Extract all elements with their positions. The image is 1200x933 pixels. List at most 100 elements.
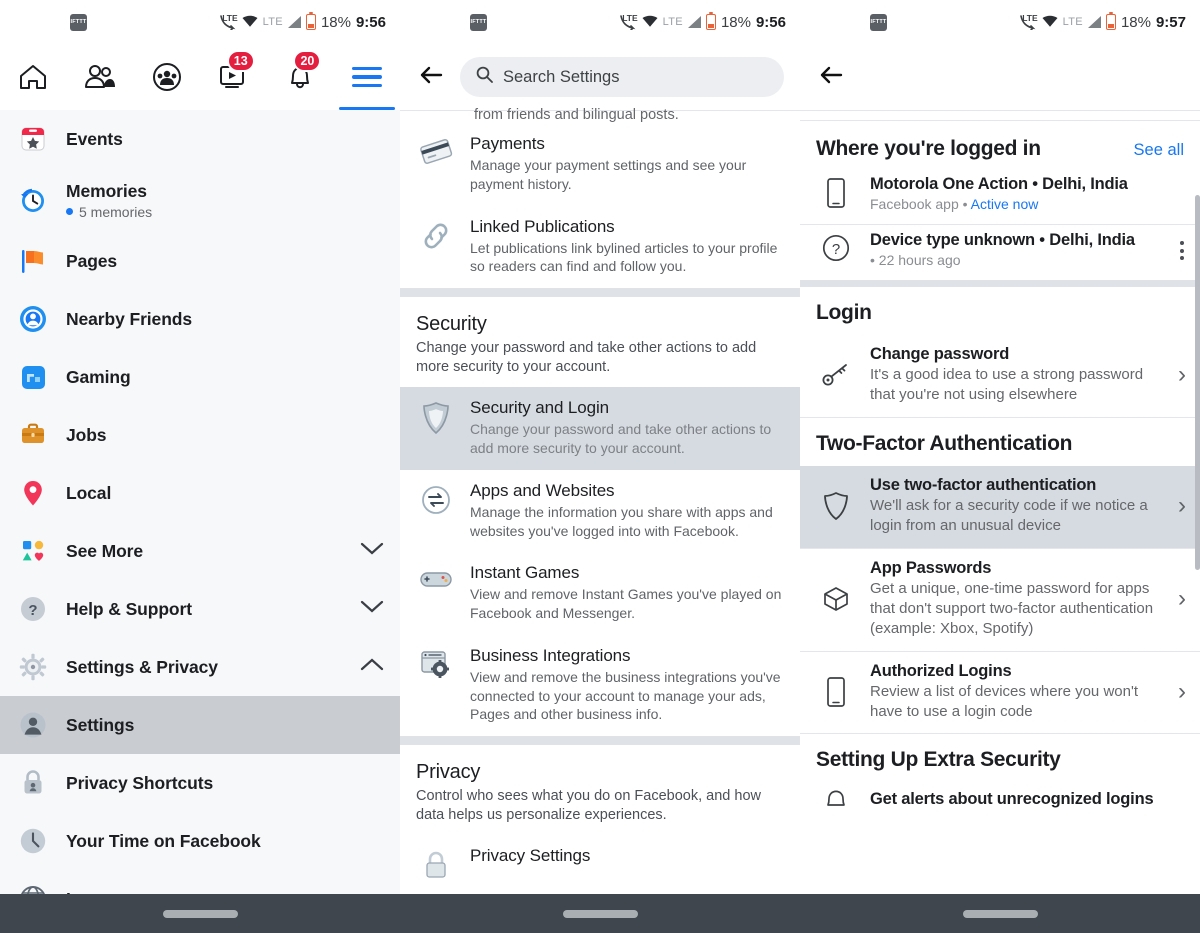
status-bar-left: IFTTT LTE LTE 18% 9:56 (0, 0, 400, 44)
settings-row-linked-publications[interactable]: Linked Publications Let publications lin… (400, 206, 800, 289)
section-separator (400, 288, 800, 297)
back-arrow-icon[interactable] (816, 65, 846, 90)
chevron-up-icon[interactable] (360, 658, 384, 677)
settings-row-instant-games[interactable]: Instant Games View and remove Instant Ga… (400, 552, 800, 635)
settings-row-payments[interactable]: Payments Manage your payment settings an… (400, 123, 800, 206)
settings-row-title: Security and Login (470, 398, 610, 418)
notifications-tab[interactable]: 20 (267, 44, 334, 110)
credit-card-icon (416, 134, 456, 165)
settings-row-business-integrations[interactable]: Business Integrations View and remove th… (400, 635, 800, 736)
home-gesture-pill[interactable] (962, 909, 1038, 918)
chevron-right-icon[interactable]: › (1174, 492, 1186, 520)
chevron-down-icon[interactable] (360, 542, 384, 561)
more-options-icon[interactable] (1180, 231, 1184, 260)
sidebar-item-events[interactable]: Events (0, 110, 400, 168)
pages-icon (16, 244, 50, 278)
section-title: Login (816, 301, 872, 324)
status-notification-icons: IFTTT (470, 13, 487, 31)
home-gesture-pill[interactable] (562, 909, 638, 918)
left-menu-list: Events Memories 5 memories Pages Nearby … (0, 110, 400, 928)
extra-security-section-header: Setting Up Extra Security (800, 734, 1200, 782)
device-subtitle: Facebook app • Active now (870, 196, 1184, 212)
sidebar-item-text: Settings (66, 715, 134, 736)
device-row-unknown[interactable]: ? Device type unknown • Delhi, India • 2… (800, 225, 1200, 280)
settings-row-security-and-login[interactable]: Security and Login Change your password … (400, 387, 800, 470)
sidebar-item-local[interactable]: Local (0, 464, 400, 522)
settings-row-body: Privacy Settings (470, 846, 784, 866)
sidebar-item-settings[interactable]: Settings (0, 696, 400, 754)
sidebar-item-settings-privacy[interactable]: Settings & Privacy (0, 638, 400, 696)
settings-row-title: Privacy Settings (470, 846, 591, 866)
vertical-scrollbar[interactable] (1195, 195, 1200, 570)
sidebar-item-privacy-shortcuts[interactable]: Privacy Shortcuts (0, 754, 400, 812)
sidebar-item-gaming[interactable]: Gaming (0, 348, 400, 406)
sidebar-item-label: Nearby Friends (66, 308, 193, 329)
menu-tab[interactable] (333, 44, 400, 110)
link-icon (416, 217, 456, 252)
sidebar-item-memories[interactable]: Memories 5 memories (0, 168, 400, 232)
security-row-title: App Passwords (870, 558, 992, 577)
nav-gesture-area-right[interactable] (800, 894, 1200, 933)
lte-label: LTE (1022, 13, 1038, 23)
security-row-use-two-factor[interactable]: Use two-factor authentication We'll ask … (800, 465, 1200, 548)
settings-row-body: Security and Login Change your password … (470, 398, 784, 458)
privacy-lock-icon (16, 766, 50, 800)
clock-time: 9:56 (755, 13, 786, 31)
settings-row-apps-and-websites[interactable]: Apps and Websites Manage the information… (400, 470, 800, 553)
security-row-desc: Review a list of devices where you won't… (870, 682, 1138, 720)
screen-right-security-login: IFTTT LTE LTE 18% 9:57 Where you're logg… (800, 0, 1200, 933)
settings-row-title: Instant Games (470, 563, 580, 583)
security-row-unrecognized-logins[interactable]: Get alerts about unrecognized logins (800, 782, 1200, 824)
security-row-desc: We'll ask for a security code if we noti… (870, 496, 1148, 534)
home-gesture-pill[interactable] (162, 909, 238, 918)
sidebar-item-see-more[interactable]: See More (0, 522, 400, 580)
settings-row-title: Payments (470, 134, 545, 153)
sidebar-item-text: Jobs (66, 424, 107, 446)
security-row-title: Change password (870, 345, 1010, 363)
device-row-body: Device type unknown • Delhi, India • 22 … (870, 231, 1166, 268)
chevron-right-icon[interactable]: › (1174, 585, 1186, 613)
security-row-body: Authorized Logins Review a list of devic… (870, 662, 1160, 722)
settings-row-privacy-settings[interactable]: Privacy Settings (400, 835, 800, 893)
settings-row-desc: Change your password and take other acti… (470, 421, 772, 456)
settings-privacy-icon (16, 650, 50, 684)
friends-tab[interactable] (67, 44, 134, 110)
chevron-right-icon[interactable]: › (1174, 678, 1186, 706)
chevron-down-icon[interactable] (360, 600, 384, 619)
groups-tab[interactable] (133, 44, 200, 110)
security-row-app-passwords[interactable]: App Passwords Get a unique, one-time pas… (800, 549, 1200, 651)
shield-icon (416, 398, 456, 435)
security-row-change-password[interactable]: Change password It's a good idea to use … (800, 335, 1200, 417)
status-bar-middle: IFTTT LTE LTE 18% 9:56 (400, 0, 800, 44)
sidebar-item-label: Settings & Privacy (66, 656, 218, 677)
signal-bars-icon (687, 16, 701, 28)
unread-dot-icon (66, 208, 73, 215)
sidebar-item-text: Settings & Privacy (66, 657, 218, 678)
clock-icon (16, 824, 50, 858)
chevron-right-icon[interactable]: › (1174, 361, 1186, 389)
lte-call-icon: LTE (619, 13, 638, 31)
sidebar-item-label: Jobs (66, 424, 107, 445)
home-tab[interactable] (0, 44, 67, 110)
battery-icon (305, 11, 316, 30)
two-factor-section-header: Two-Factor Authentication (800, 418, 1200, 466)
sidebar-item-your-time-on-facebook[interactable]: Your Time on Facebook (0, 812, 400, 870)
watch-tab[interactable]: 13 (200, 44, 267, 110)
security-row-title: Authorized Logins (870, 661, 1012, 680)
sidebar-item-help-support[interactable]: ? Help & Support (0, 580, 400, 638)
svg-text:?: ? (832, 241, 840, 258)
search-input[interactable]: Search Settings (460, 57, 784, 97)
nav-gesture-area-middle[interactable] (400, 894, 800, 933)
sidebar-item-pages[interactable]: Pages (0, 232, 400, 290)
back-arrow-icon[interactable] (416, 65, 446, 90)
device-row-motorola[interactable]: Motorola One Action • Delhi, India Faceb… (800, 169, 1200, 224)
status-right-icons: LTE LTE 18% 9:56 (219, 11, 386, 31)
sidebar-item-nearby-friends[interactable]: Nearby Friends (0, 290, 400, 348)
security-row-authorized-logins[interactable]: Authorized Logins Review a list of devic… (800, 652, 1200, 734)
security-row-body: Use two-factor authentication We'll ask … (870, 476, 1160, 536)
sidebar-item-jobs[interactable]: Jobs (0, 406, 400, 464)
sidebar-item-label: Help & Support (66, 598, 192, 619)
signal-bars-icon (287, 16, 301, 28)
nav-gesture-area-left[interactable] (0, 894, 400, 933)
see-all-link[interactable]: See all (1134, 141, 1184, 160)
